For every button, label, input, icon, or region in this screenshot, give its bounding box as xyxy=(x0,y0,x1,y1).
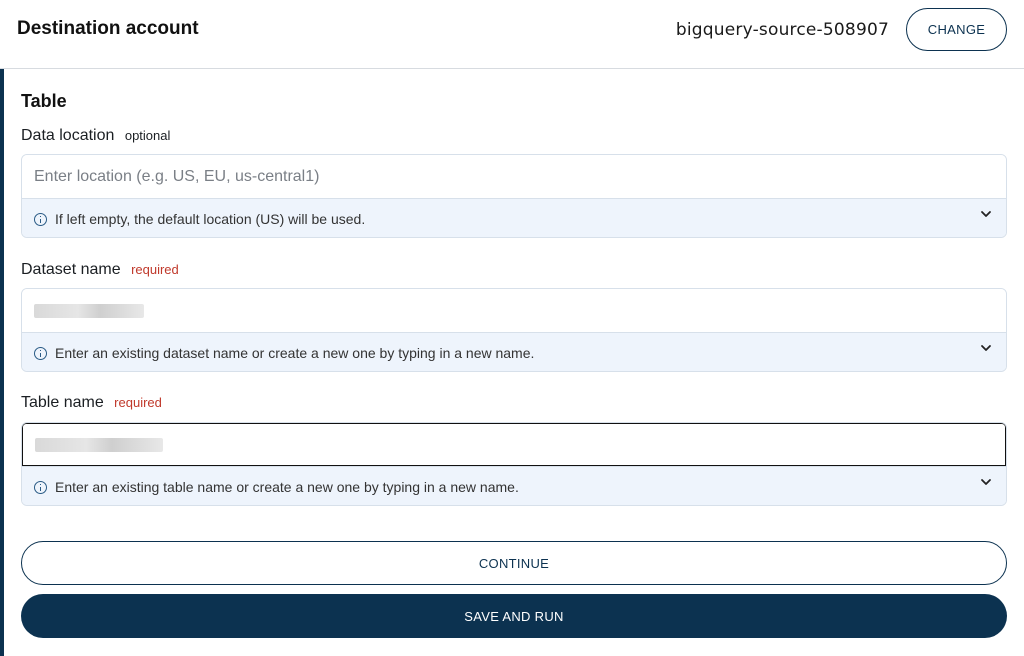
chevron-down-icon[interactable] xyxy=(980,208,992,220)
data-location-field: Enter location (e.g. US, EU, us-central1… xyxy=(21,154,1007,238)
dataset-name-label: Dataset name required xyxy=(21,261,179,279)
data-location-input[interactable]: Enter location (e.g. US, EU, us-central1… xyxy=(22,155,1006,198)
destination-header: Destination account bigquery-source-5089… xyxy=(0,0,1024,69)
dataset-name-input[interactable] xyxy=(22,289,1006,332)
chevron-down-icon[interactable] xyxy=(980,476,992,488)
dataset-name-hint: Enter an existing dataset name or create… xyxy=(22,332,1006,371)
continue-button[interactable]: CONTINUE xyxy=(21,541,1007,585)
account-name: bigquery-source-508907 xyxy=(675,20,889,40)
info-icon xyxy=(34,212,47,226)
table-settings-panel: Table Data location optional Enter locat… xyxy=(0,69,1024,656)
save-and-run-button[interactable]: SAVE AND RUN xyxy=(21,594,1007,638)
data-location-label-text: Data location xyxy=(21,127,115,144)
table-name-label-text: Table name xyxy=(21,394,104,411)
dataset-name-field: Enter an existing dataset name or create… xyxy=(21,288,1007,372)
table-name-hint-text: Enter an existing table name or create a… xyxy=(55,479,519,495)
info-icon xyxy=(34,480,47,494)
redacted-value xyxy=(34,303,144,318)
info-icon xyxy=(34,346,47,360)
table-name-label: Table name required xyxy=(21,394,162,412)
data-location-placeholder: Enter location (e.g. US, EU, us-central1… xyxy=(34,167,320,185)
required-tag: required xyxy=(114,395,162,410)
header-title: Destination account xyxy=(17,18,199,39)
redacted-value xyxy=(35,437,163,452)
optional-tag: optional xyxy=(124,128,171,143)
table-name-input[interactable] xyxy=(22,423,1006,466)
table-name-field: Enter an existing table name or create a… xyxy=(21,422,1007,506)
table-name-hint: Enter an existing table name or create a… xyxy=(22,466,1006,505)
change-account-button[interactable]: CHANGE xyxy=(906,8,1007,51)
required-tag: required xyxy=(131,262,179,277)
dataset-name-label-text: Dataset name xyxy=(21,261,121,278)
data-location-label: Data location optional xyxy=(21,127,170,145)
data-location-hint: If left empty, the default location (US)… xyxy=(22,198,1006,237)
chevron-down-icon[interactable] xyxy=(980,342,992,354)
section-title: Table xyxy=(21,91,67,111)
dataset-name-hint-text: Enter an existing dataset name or create… xyxy=(55,345,535,361)
data-location-hint-text: If left empty, the default location (US)… xyxy=(55,211,366,227)
